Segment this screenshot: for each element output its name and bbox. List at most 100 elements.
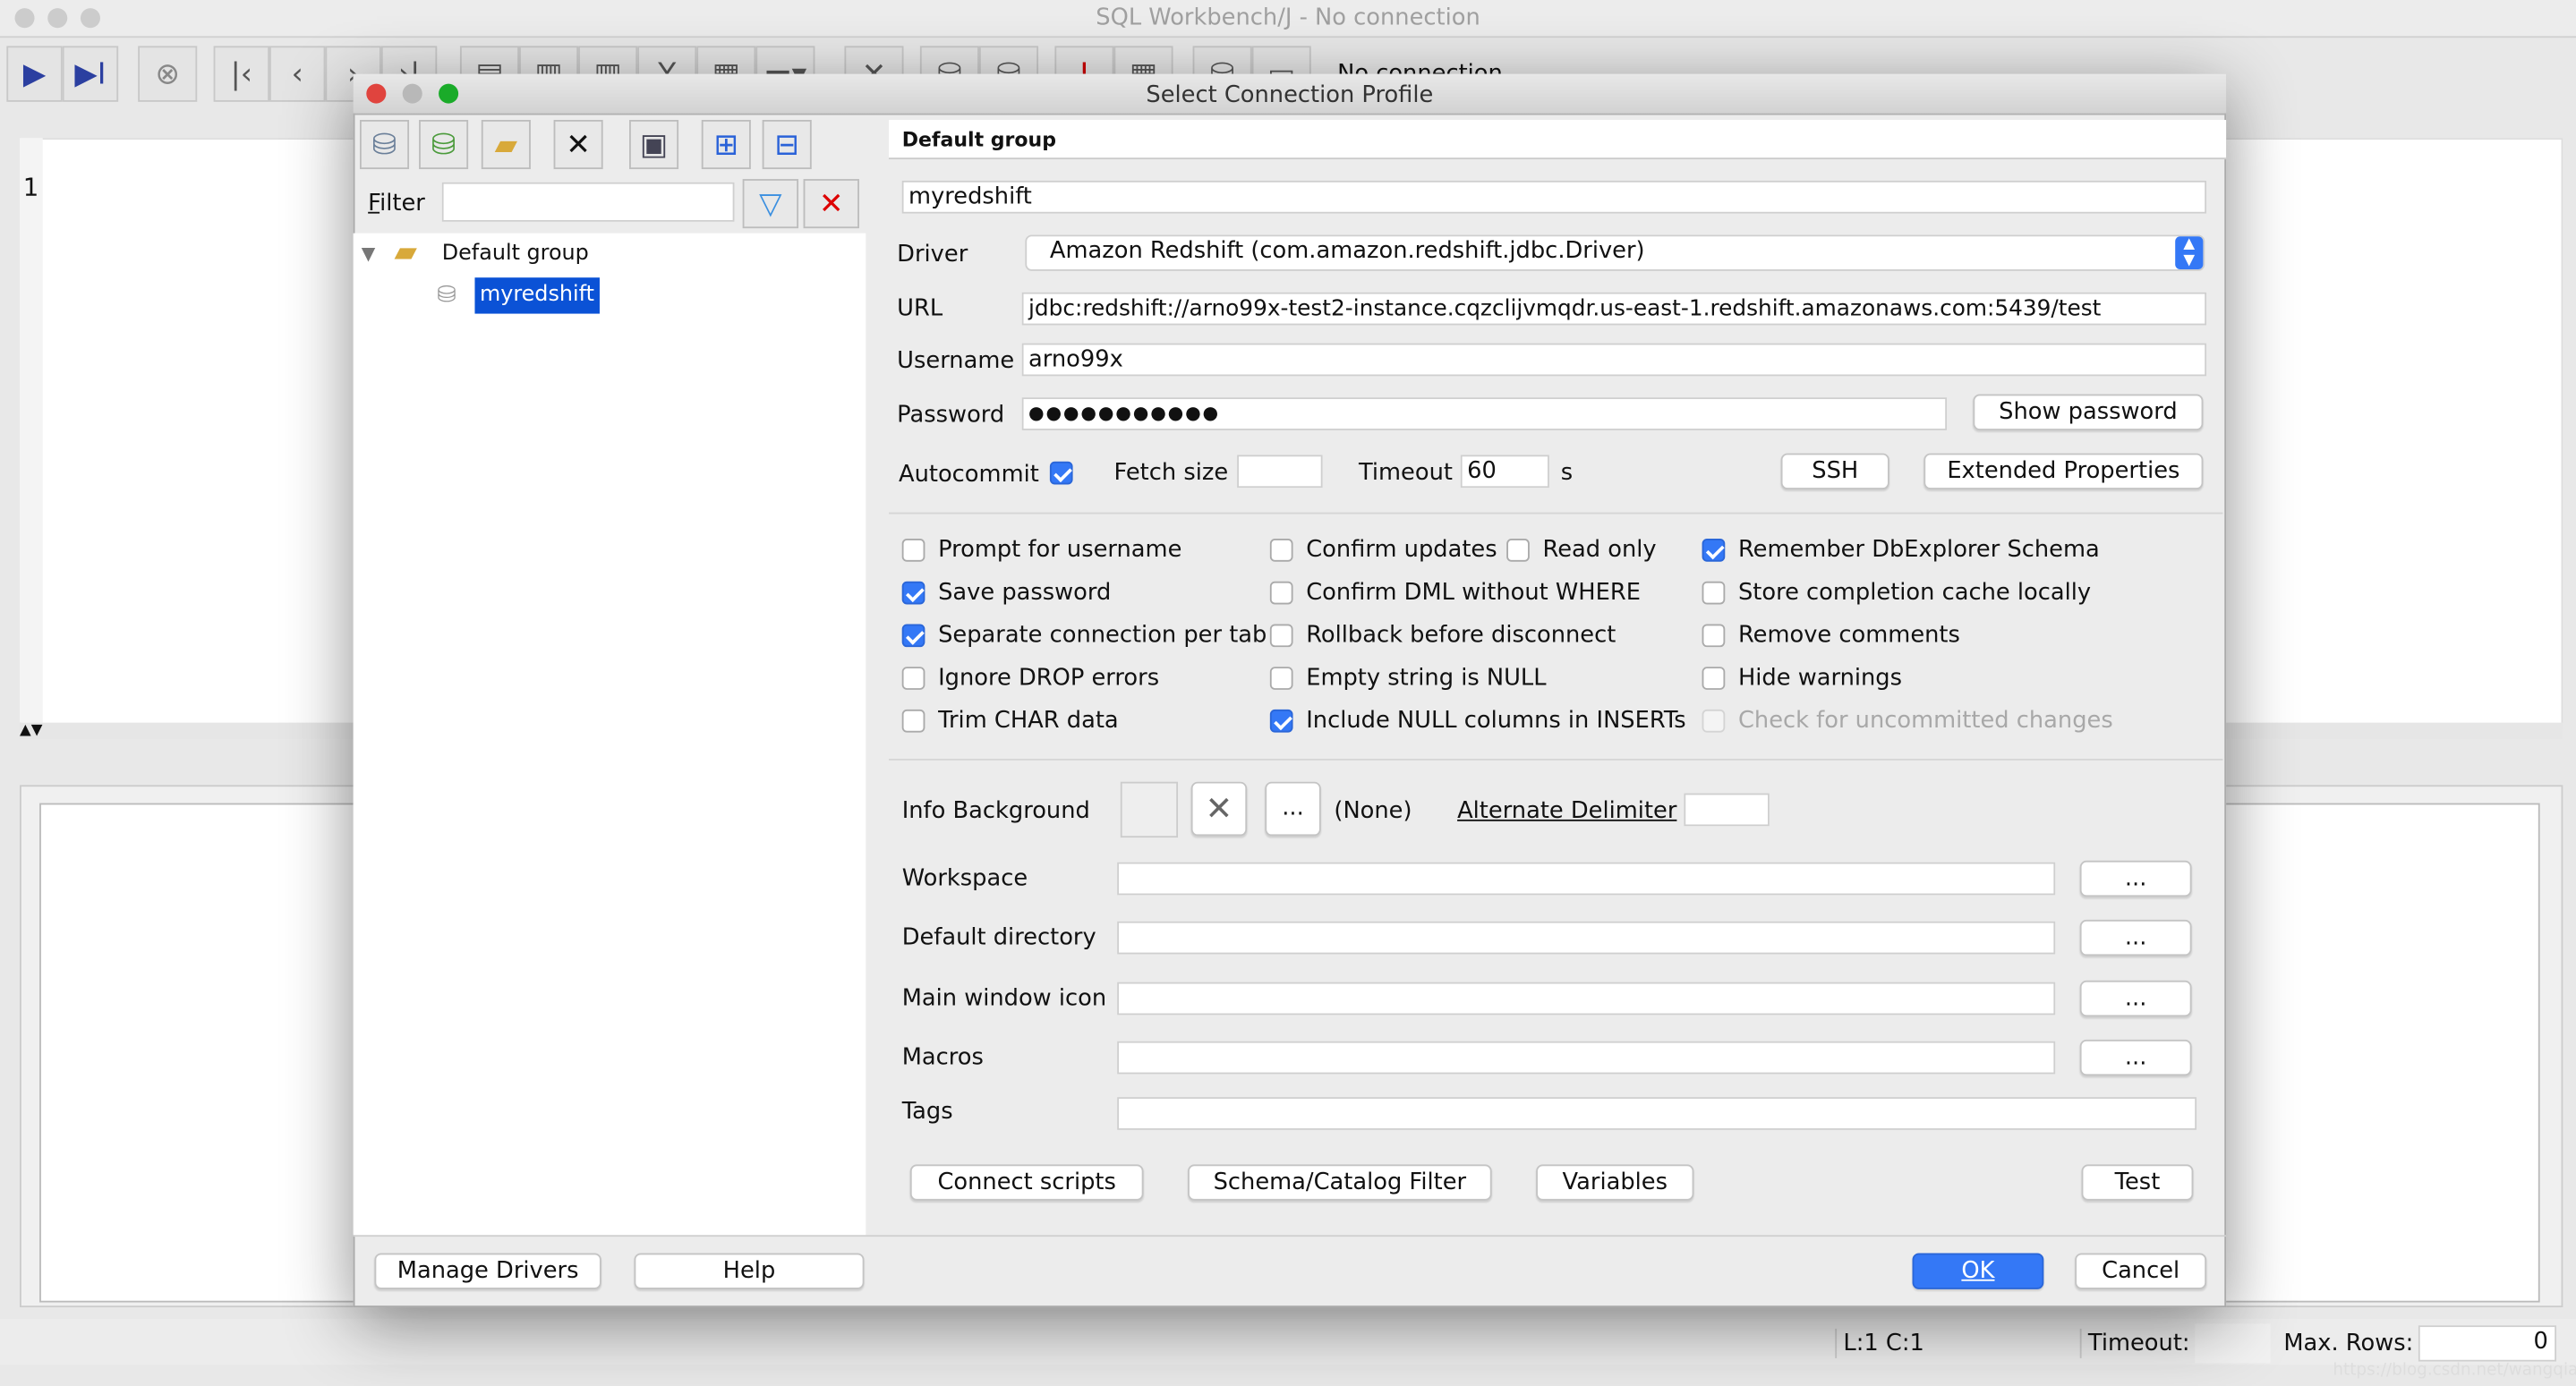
confirm-dml-without-where-checkbox[interactable] bbox=[1269, 581, 1293, 605]
hide-warnings-checkbox[interactable] bbox=[1702, 667, 1726, 690]
extended-properties-button[interactable]: Extended Properties bbox=[1923, 453, 2204, 489]
rollback-before-disconnect-label[interactable]: Rollback before disconnect bbox=[1306, 621, 1616, 650]
group-header-label: Default group bbox=[901, 128, 1056, 151]
tree-group-default[interactable]: Default group bbox=[442, 240, 589, 269]
confirm-updates-checkbox[interactable] bbox=[1269, 539, 1293, 562]
fetch-size-label: Fetch size bbox=[1113, 459, 1229, 487]
execute-current-icon[interactable]: ▶I bbox=[62, 46, 119, 102]
test-button[interactable]: Test bbox=[2081, 1164, 2194, 1201]
manage-drivers-button[interactable]: Manage Drivers bbox=[374, 1253, 601, 1289]
select-arrows-icon[interactable]: ▲ ▼ bbox=[2175, 236, 2204, 270]
autocommit-label: Autocommit bbox=[899, 461, 1039, 489]
empty-string-is-null-label[interactable]: Empty string is NULL bbox=[1306, 664, 1546, 693]
alternate-delimiter-input[interactable] bbox=[1684, 793, 1770, 827]
store-completion-cache-locally-checkbox[interactable] bbox=[1702, 581, 1726, 605]
macros-input[interactable] bbox=[1117, 1041, 2056, 1075]
macros-browse-button[interactable]: ... bbox=[2079, 1039, 2192, 1076]
read-only-checkbox[interactable] bbox=[1506, 539, 1530, 562]
password-input[interactable]: ●●●●●●●●●●● bbox=[1021, 397, 1948, 430]
include-null-columns-in-inserts-checkbox[interactable] bbox=[1269, 709, 1293, 733]
hide-warnings-label[interactable]: Hide warnings bbox=[1738, 664, 1902, 693]
separate-connection-per-tab-label[interactable]: Separate connection per tab bbox=[938, 621, 1267, 650]
alternate-delimiter-link[interactable]: Alternate Delimiter bbox=[1457, 796, 1676, 826]
trim-char-data-label[interactable]: Trim CHAR data bbox=[938, 706, 1119, 736]
show-password-button[interactable]: Show password bbox=[1973, 394, 2204, 430]
timeout-unit: s bbox=[1560, 459, 1574, 487]
include-null-columns-in-inserts-label[interactable]: Include NULL columns in INSERTs bbox=[1306, 706, 1685, 736]
ignore-drop-errors-label[interactable]: Ignore DROP errors bbox=[938, 664, 1159, 693]
prompt-for-username-checkbox[interactable] bbox=[901, 539, 925, 562]
password-label: Password bbox=[897, 402, 1005, 429]
delete-profile-icon[interactable]: ✕ bbox=[553, 119, 603, 170]
execute-icon[interactable]: ▶ bbox=[6, 46, 63, 102]
main-window-icon-browse-button[interactable]: ... bbox=[2079, 980, 2192, 1017]
copy-profile-icon[interactable]: ⛁ bbox=[419, 119, 469, 170]
save-profile-icon[interactable]: ▣ bbox=[628, 119, 679, 170]
default-directory-browse-button[interactable]: ... bbox=[2079, 919, 2192, 957]
divider bbox=[889, 759, 2223, 761]
check-for-uncommitted-changes-checkbox bbox=[1702, 709, 1726, 733]
help-button[interactable]: Help bbox=[634, 1253, 865, 1289]
prompt-for-username-label[interactable]: Prompt for username bbox=[938, 535, 1181, 565]
workspace-input[interactable] bbox=[1117, 862, 2056, 896]
save-password-label[interactable]: Save password bbox=[938, 578, 1111, 608]
main-window-icon-input[interactable] bbox=[1117, 982, 2056, 1016]
check-for-uncommitted-changes-label[interactable]: Check for uncommitted changes bbox=[1738, 706, 2113, 736]
rollback-before-disconnect-checkbox[interactable] bbox=[1269, 624, 1293, 648]
tags-label: Tags bbox=[901, 1098, 953, 1126]
separate-connection-per-tab-checkbox[interactable] bbox=[901, 624, 925, 648]
expand-arrow-icon[interactable]: ▼ bbox=[362, 240, 376, 269]
timeout-label: Timeout: bbox=[2079, 1328, 2190, 1358]
new-group-icon[interactable]: ▰ bbox=[481, 119, 531, 170]
url-input[interactable]: jdbc:redshift://arno99x-test2-instance.c… bbox=[1021, 292, 2207, 326]
fetch-size-input[interactable] bbox=[1237, 455, 1323, 489]
connect-scripts-button[interactable]: Connect scripts bbox=[909, 1164, 1144, 1201]
trim-char-data-checkbox[interactable] bbox=[901, 709, 925, 733]
info-background-swatch[interactable] bbox=[1120, 781, 1179, 838]
info-background-value: (None) bbox=[1334, 798, 1412, 825]
new-profile-icon[interactable]: ⛁ bbox=[359, 119, 410, 170]
autocommit-checkbox[interactable] bbox=[1049, 461, 1073, 485]
confirm-dml-without-where-label[interactable]: Confirm DML without WHERE bbox=[1306, 578, 1641, 608]
main-window-icon-label: Main window icon bbox=[901, 985, 1107, 1012]
schema-catalog-filter-button[interactable]: Schema/Catalog Filter bbox=[1188, 1164, 1492, 1201]
default-directory-input[interactable] bbox=[1117, 921, 2056, 955]
cancel-button[interactable]: Cancel bbox=[2075, 1253, 2207, 1289]
clear-color-button[interactable]: ✕ bbox=[1190, 781, 1248, 837]
collapse-all-icon[interactable]: ⊟ bbox=[762, 119, 812, 170]
empty-string-is-null-checkbox[interactable] bbox=[1269, 667, 1293, 690]
workspace-browse-button[interactable]: ... bbox=[2079, 860, 2192, 897]
remember-dbexplorer-schema-label[interactable]: Remember DbExplorer Schema bbox=[1738, 535, 2100, 565]
ssh-button[interactable]: SSH bbox=[1780, 453, 1889, 489]
watermark: https://blog.csdn.net/wangqiang9x bbox=[2333, 1361, 2576, 1380]
remove-comments-checkbox[interactable] bbox=[1702, 624, 1726, 648]
clear-filter-icon[interactable]: ✕ bbox=[803, 179, 859, 229]
remove-comments-label[interactable]: Remove comments bbox=[1738, 621, 1960, 650]
save-password-checkbox[interactable] bbox=[901, 581, 925, 605]
driver-select[interactable]: Amazon Redshift (com.amazon.redshift.jdb… bbox=[1025, 234, 2205, 271]
profile-db-icon: ⛁ bbox=[437, 282, 456, 310]
first-icon[interactable]: |‹ bbox=[213, 46, 270, 102]
read-only-label[interactable]: Read only bbox=[1543, 535, 1657, 565]
apply-filter-icon[interactable]: ▽ bbox=[742, 179, 799, 229]
store-completion-cache-locally-label[interactable]: Store completion cache locally bbox=[1738, 578, 2091, 608]
cursor-position: L:1 C:1 bbox=[1835, 1328, 1925, 1358]
previous-icon[interactable]: ‹ bbox=[269, 46, 326, 102]
tree-profile-myredshift[interactable]: myredshift bbox=[474, 277, 600, 314]
username-input[interactable]: arno99x bbox=[1021, 343, 2207, 377]
expand-all-icon[interactable]: ⊞ bbox=[701, 119, 751, 170]
ignore-drop-errors-checkbox[interactable] bbox=[901, 667, 925, 690]
driver-label: Driver bbox=[897, 241, 968, 268]
stop-icon[interactable]: ⊗ bbox=[138, 46, 198, 102]
choose-color-button[interactable]: ... bbox=[1265, 781, 1321, 837]
timeout-input[interactable]: 60 bbox=[1460, 455, 1549, 489]
variables-button[interactable]: Variables bbox=[1536, 1164, 1694, 1201]
profile-tree bbox=[353, 233, 866, 1236]
ok-button[interactable]: OK bbox=[1912, 1253, 2044, 1289]
confirm-updates-label[interactable]: Confirm updates bbox=[1306, 535, 1497, 565]
macros-label: Macros bbox=[901, 1044, 984, 1071]
profile-name-input[interactable]: myredshift bbox=[901, 180, 2207, 214]
tags-input[interactable] bbox=[1117, 1097, 2197, 1130]
filter-input[interactable] bbox=[441, 182, 735, 222]
remember-dbexplorer-schema-checkbox[interactable] bbox=[1702, 539, 1726, 562]
